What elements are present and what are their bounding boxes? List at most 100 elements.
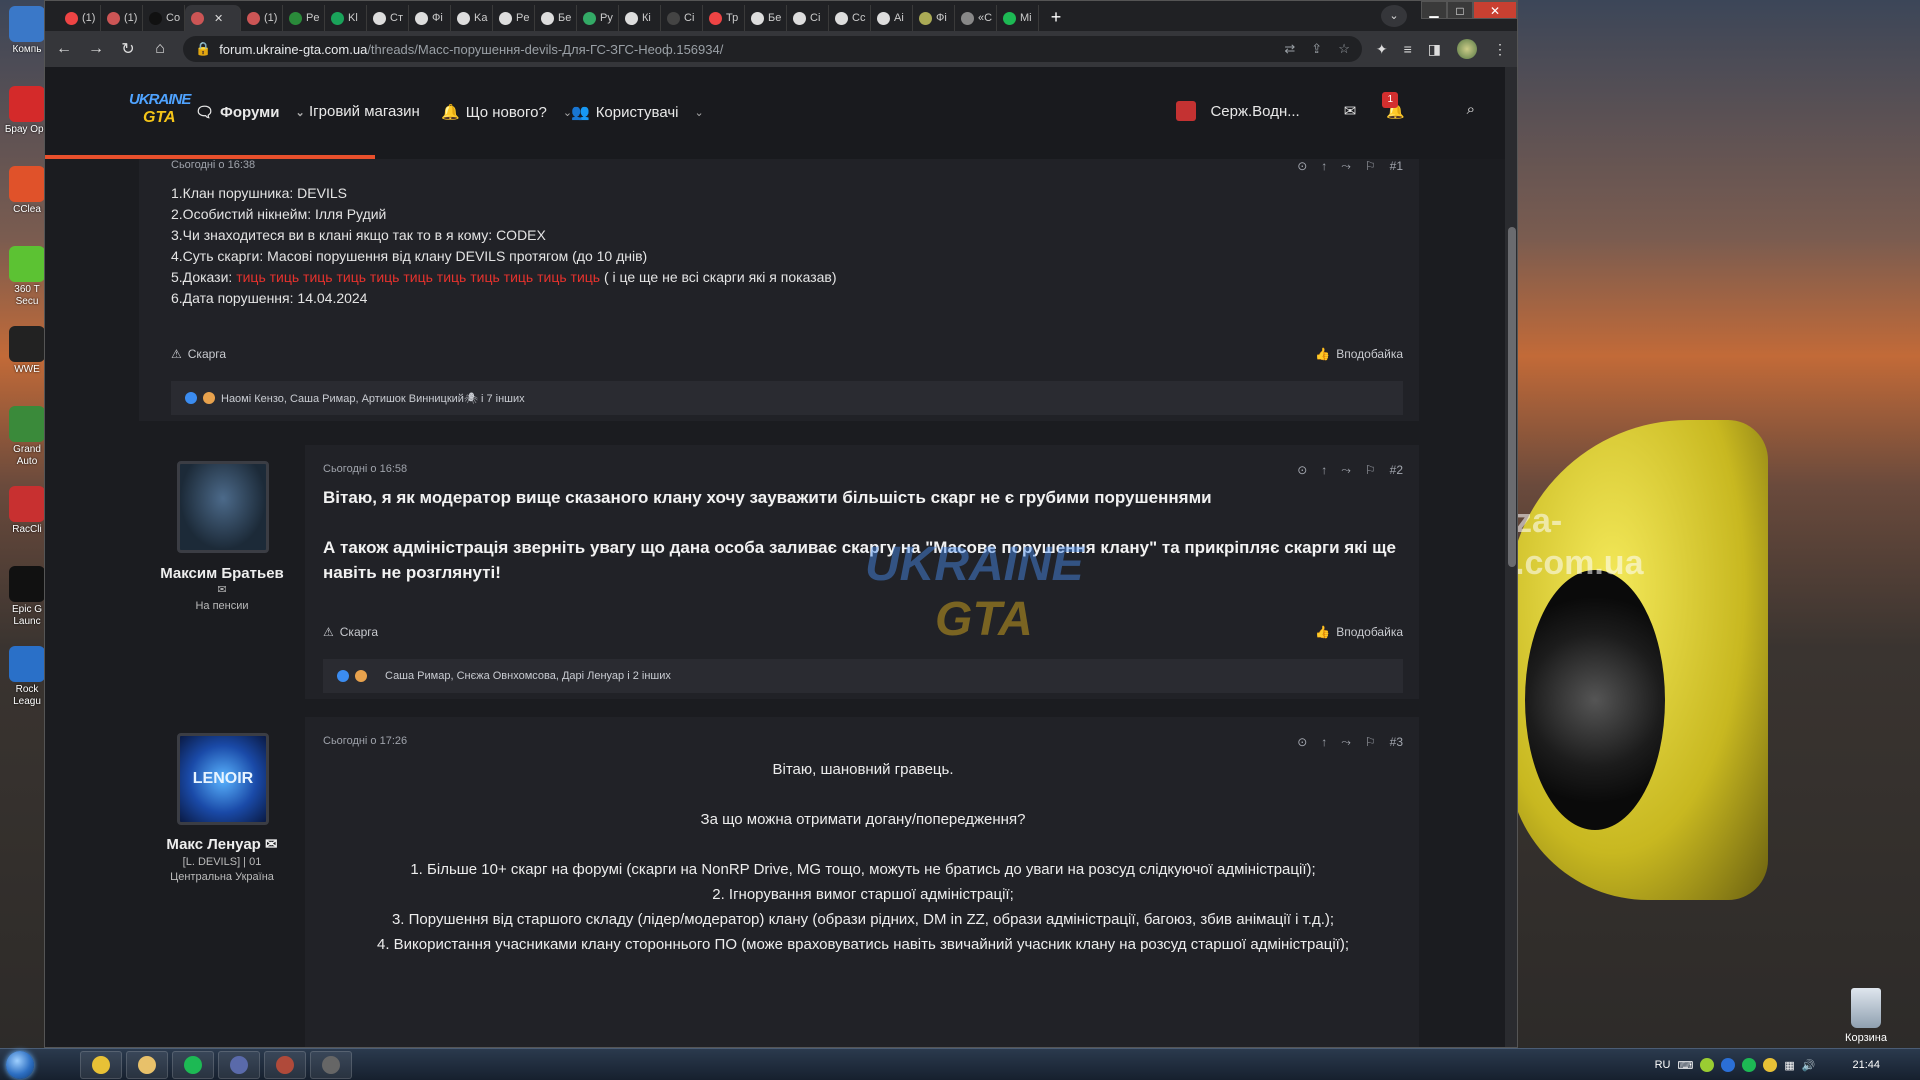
side-panel-icon[interactable]: ◨ [1428,41,1441,58]
report-button[interactable]: ⚠ Скарга [323,625,378,639]
tab-search-button[interactable]: ⌄ [1381,5,1407,27]
address-bar[interactable]: 🔒 forum.ukraine-gta.com.ua/threads/Масс-… [183,36,1362,62]
search-icon[interactable]: ⌕ [1467,101,1475,118]
envelope-icon[interactable]: ✉ [265,836,278,853]
bookmark-icon[interactable]: ⚐ [1365,735,1376,750]
tab-active[interactable]: ✕ [185,5,241,31]
user-avatar[interactable] [1176,101,1197,121]
browser-tab[interactable]: (1) [241,5,283,31]
home-icon[interactable]: ⌂ [151,40,169,58]
envelope-icon[interactable]: ✉ [139,583,305,598]
tray-app-icon[interactable] [1700,1058,1715,1072]
reading-list-icon[interactable]: ≡ [1404,41,1412,57]
browser-tab[interactable]: Pe [283,5,325,31]
browser-tab[interactable]: Ka [451,5,493,31]
forum-logo[interactable]: UKRAINE GTA [129,87,193,135]
browser-tab[interactable]: Сс [829,5,871,31]
browser-tab[interactable]: (1) [101,5,143,31]
alerts-bell-icon[interactable]: 🔔 1 [1382,92,1405,120]
like-button[interactable]: 👍 Вподобайка [1315,347,1403,361]
post-number[interactable]: #3 [1390,735,1403,750]
browser-tab[interactable]: Бе [745,5,787,31]
upvote-icon[interactable]: ↑ [1321,463,1327,478]
browser-tab[interactable]: «С [955,5,997,31]
volume-icon[interactable]: 🔊 [1802,1059,1816,1072]
author-name[interactable]: Макс Ленуар [166,836,260,853]
post-number[interactable]: #1 [1390,159,1403,174]
start-button[interactable] [0,1049,40,1080]
user-avatar[interactable] [177,461,269,553]
taskbar-app-button[interactable] [218,1050,260,1079]
browser-tab[interactable]: Ст [367,5,409,31]
reactions-bar[interactable]: Саша Римар, Снєжа Овнхомсова, Дарі Ленуа… [323,659,1403,693]
nav-whats-new[interactable]: 🔔 Що нового? ⌄ [441,103,572,122]
taskbar-app2-button[interactable] [310,1050,352,1079]
keyboard-icon[interactable]: ⌨ [1677,1059,1693,1072]
tray-app-icon[interactable] [1721,1058,1736,1072]
browser-tab[interactable]: Pe [493,5,535,31]
network-icon[interactable]: ▦ [1784,1059,1794,1072]
maximize-button[interactable]: □ [1447,1,1473,19]
browser-tab[interactable]: Кі [619,5,661,31]
browser-tab[interactable]: Ру [577,5,619,31]
extensions-icon[interactable]: ✦ [1376,41,1388,58]
taskbar-chrome-button[interactable] [80,1050,122,1079]
browser-tab[interactable]: Фі [913,5,955,31]
taskbar-explorer-button[interactable] [126,1050,168,1079]
proof-links[interactable]: тиць тиць тиць тиць тиць тиць тиць тиць … [236,269,600,285]
taskbar-game-button[interactable] [264,1050,306,1079]
reactions-bar[interactable]: Наомі Кензо, Саша Римар, Артишок Винницк… [171,381,1403,415]
user-name[interactable]: Серж.Водн... [1210,103,1299,120]
browser-tab[interactable]: (1) [59,5,101,31]
browser-tab[interactable]: Тр [703,5,745,31]
bookmark-icon[interactable]: ⚐ [1365,159,1376,174]
minimize-button[interactable]: ▁ [1421,1,1447,19]
back-icon[interactable]: ← [55,40,73,58]
share-icon[interactable]: ⤳ [1341,159,1351,174]
react-icon[interactable]: ⊙ [1297,735,1307,750]
nav-users[interactable]: 👥 Користувачі ⌄ [571,103,704,122]
menu-icon[interactable]: ⋮ [1493,41,1507,58]
lock-icon[interactable]: 🔒 [195,41,211,57]
browser-tab[interactable]: Co [143,5,185,31]
post-date[interactable]: Сьогодні о 16:38 [171,159,255,171]
post-date[interactable]: Сьогодні о 16:58 [323,463,407,475]
clock[interactable]: 21:44 [1852,1059,1880,1071]
share-icon[interactable]: ⤳ [1341,463,1351,478]
browser-tab[interactable]: Kl [325,5,367,31]
chrome-tray-icon[interactable] [1763,1058,1778,1072]
react-icon[interactable]: ⊙ [1297,159,1307,174]
close-window-button[interactable]: ✕ [1473,1,1517,19]
browser-tab[interactable]: Фі [409,5,451,31]
bookmark-icon[interactable]: ⚐ [1365,463,1376,478]
translate-icon[interactable]: ⇄ [1284,41,1295,57]
user-avatar[interactable]: LENOIR [177,733,269,825]
share-icon[interactable]: ⇪ [1311,41,1322,57]
nav-shop[interactable]: Ігровий магазин [309,103,420,120]
profile-avatar[interactable] [1457,39,1477,59]
browser-tab[interactable]: Сі [787,5,829,31]
browser-tab[interactable]: Сі [661,5,703,31]
report-button[interactable]: ⚠ Скарга [171,347,226,361]
bookmark-star-icon[interactable]: ☆ [1338,41,1350,57]
close-tab-icon[interactable]: ✕ [214,12,223,25]
recycle-bin-icon[interactable]: Корзина [1834,988,1898,1044]
like-button[interactable]: 👍 Вподобайка [1315,625,1403,639]
browser-tab[interactable]: Аі [871,5,913,31]
browser-tab[interactable]: Бе [535,5,577,31]
nav-forums[interactable]: 🗨 Форуми ⌄ [195,103,305,122]
new-tab-button[interactable]: + [1043,5,1069,31]
page-scrollbar[interactable] [1505,67,1517,1047]
taskbar-spotify-button[interactable] [172,1050,214,1079]
inbox-icon[interactable]: ✉ [1344,102,1357,120]
spotify-tray-icon[interactable] [1742,1058,1757,1072]
upvote-icon[interactable]: ↑ [1321,159,1327,174]
reload-icon[interactable]: ↻ [119,39,137,59]
share-icon[interactable]: ⤳ [1341,735,1351,750]
post-date[interactable]: Сьогодні о 17:26 [323,735,407,747]
post-number[interactable]: #2 [1390,463,1403,478]
react-icon[interactable]: ⊙ [1297,463,1307,478]
upvote-icon[interactable]: ↑ [1321,735,1327,750]
forward-icon[interactable]: → [87,40,105,58]
author-name[interactable]: Максим Братьев [139,565,305,582]
